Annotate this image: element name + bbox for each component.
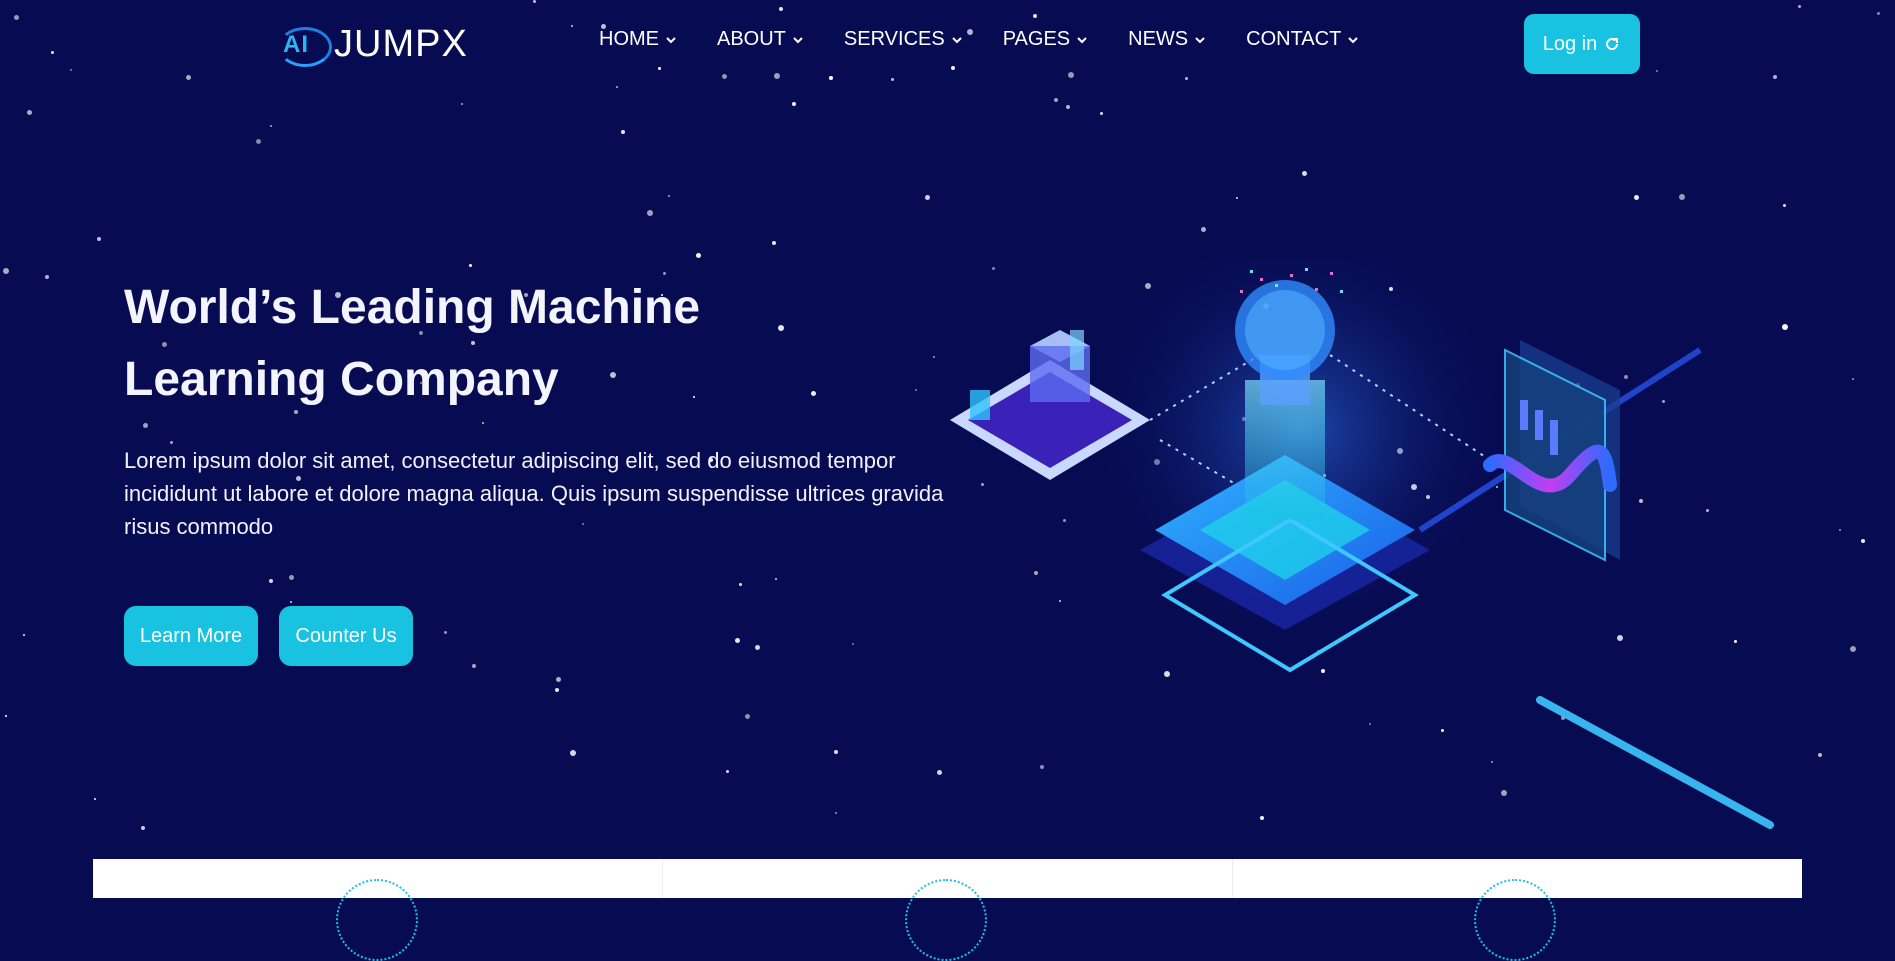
nav-item-about[interactable]: ABOUT <box>717 28 804 51</box>
nav-item-label: PAGES <box>1002 28 1071 50</box>
star-icon <box>1054 98 1058 102</box>
logo-mark-text: AI <box>283 31 309 58</box>
chevron-down-icon <box>1077 36 1087 43</box>
site-header: AI JUMPX HOME ABOUT SERVICES PAGES NEWS … <box>0 0 1895 90</box>
star-icon <box>141 826 145 830</box>
star-icon <box>444 631 447 634</box>
feature-icon-circle <box>1474 879 1556 961</box>
star-icon <box>834 750 838 754</box>
star-icon <box>739 583 742 586</box>
feature-strip <box>93 859 1802 961</box>
star-icon <box>1100 112 1103 115</box>
star-icon <box>792 102 796 106</box>
star-icon <box>482 422 484 424</box>
nav-item-label: SERVICES <box>843 28 945 50</box>
star-icon <box>27 110 32 115</box>
chevron-down-icon <box>666 36 676 43</box>
star-icon <box>23 634 25 636</box>
hero-title: World’s Leading Machine Learning Company <box>124 272 844 416</box>
counter-us-button[interactable]: Counter Us <box>279 606 413 666</box>
star-icon <box>745 714 750 719</box>
chevron-down-icon <box>1348 36 1359 43</box>
star-icon <box>1302 171 1307 176</box>
logo-icon: AI <box>274 21 332 67</box>
star-icon <box>1783 204 1786 207</box>
star-icon <box>1634 195 1639 200</box>
star-icon <box>270 125 272 127</box>
nav-item-label: CONTACT <box>1246 28 1342 50</box>
nav-item-label: HOME <box>599 28 659 50</box>
login-button[interactable]: Log in <box>1524 14 1640 74</box>
nav-item-home[interactable]: HOME <box>599 28 677 51</box>
divider <box>662 859 663 898</box>
star-icon <box>1066 105 1070 109</box>
star-icon <box>647 210 653 216</box>
star-icon <box>97 237 101 241</box>
star-icon <box>1861 539 1865 543</box>
nav-item-label: ABOUT <box>717 28 786 50</box>
star-icon <box>1201 227 1206 232</box>
star-icon <box>556 677 561 682</box>
star-icon <box>472 664 476 668</box>
star-icon <box>289 575 294 580</box>
star-icon <box>621 130 625 134</box>
nav-item-news[interactable]: NEWS <box>1128 28 1206 51</box>
star-icon <box>696 253 701 258</box>
star-icon <box>469 264 472 267</box>
star-icon <box>94 798 96 800</box>
star-icon <box>555 688 559 692</box>
ai-illustration <box>950 260 1774 829</box>
main-nav: HOME ABOUT SERVICES PAGES NEWS CONTACT <box>599 28 1359 51</box>
star-icon <box>461 103 463 105</box>
star-icon <box>835 812 837 814</box>
feature-icon-circle <box>905 879 987 961</box>
hero-description: Lorem ipsum dolor sit amet, consectetur … <box>124 448 944 539</box>
nav-item-services[interactable]: SERVICES <box>844 28 963 51</box>
star-icon <box>775 578 777 580</box>
screen-panel <box>1483 340 1620 562</box>
star-icon <box>570 750 576 756</box>
learn-more-button[interactable]: Learn More <box>124 606 258 666</box>
star-icon <box>5 715 7 717</box>
nav-item-contact[interactable]: CONTACT <box>1246 28 1359 51</box>
divider <box>1232 859 1233 898</box>
star-icon <box>256 139 261 144</box>
feature-icon-circle <box>336 879 418 961</box>
star-icon <box>1679 194 1685 200</box>
star-icon <box>45 275 49 279</box>
chevron-down-icon <box>793 36 803 43</box>
star-icon <box>726 770 729 773</box>
star-icon <box>925 195 930 200</box>
star-icon <box>1236 197 1238 199</box>
star-icon <box>269 579 273 583</box>
star-icon <box>755 645 760 650</box>
hero-title-line-1: World’s Leading Machine <box>124 281 701 334</box>
nav-item-pages[interactable]: PAGES <box>1003 28 1088 51</box>
star-icon <box>852 643 854 645</box>
login-button-label: Log in <box>1542 32 1598 55</box>
refresh-icon <box>1606 38 1619 51</box>
star-icon <box>290 601 292 603</box>
chevron-down-icon <box>1195 36 1205 43</box>
star-icon <box>143 423 148 428</box>
star-icon <box>3 268 9 274</box>
hero-title-line-2: Learning Company <box>124 353 559 406</box>
logo-name: JUMPX <box>334 23 468 65</box>
star-icon <box>735 638 740 643</box>
chevron-down-icon <box>951 36 962 43</box>
star-icon <box>772 241 776 245</box>
star-icon <box>668 195 670 197</box>
nav-item-label: NEWS <box>1128 28 1189 50</box>
logo[interactable]: AI JUMPX <box>274 18 468 70</box>
